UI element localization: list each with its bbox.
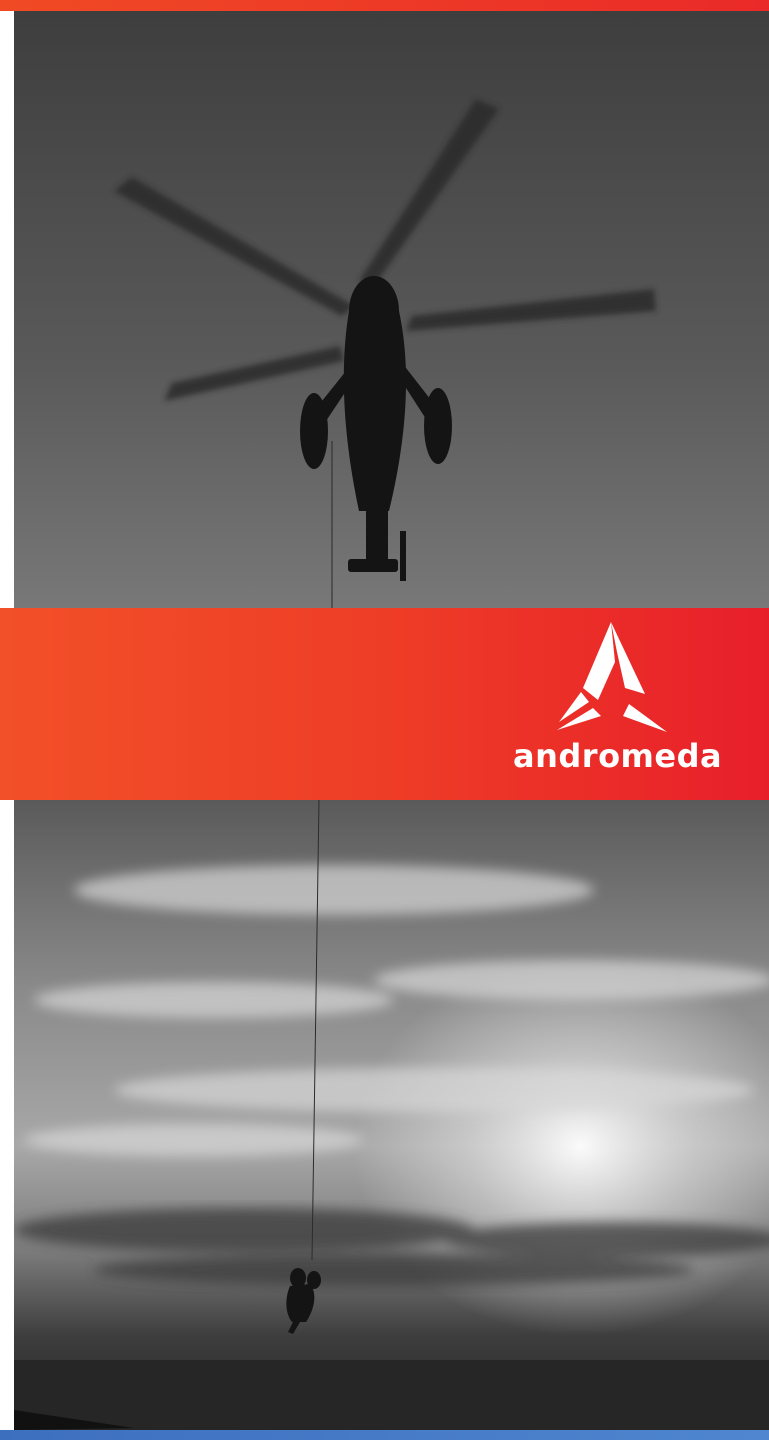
top-accent-bar: [0, 0, 769, 11]
brand-name: andromeda: [513, 737, 723, 775]
helicopter-photo: [14, 11, 769, 608]
sunset-sky-graphic: [14, 800, 769, 1430]
andromeda-logo-icon: [557, 622, 667, 732]
brand-banner: andromeda: [0, 608, 769, 800]
bottom-accent-bar: [0, 1430, 769, 1440]
winch-rescue-photo: [14, 800, 769, 1430]
helicopter-silhouette-graphic: [14, 11, 769, 608]
